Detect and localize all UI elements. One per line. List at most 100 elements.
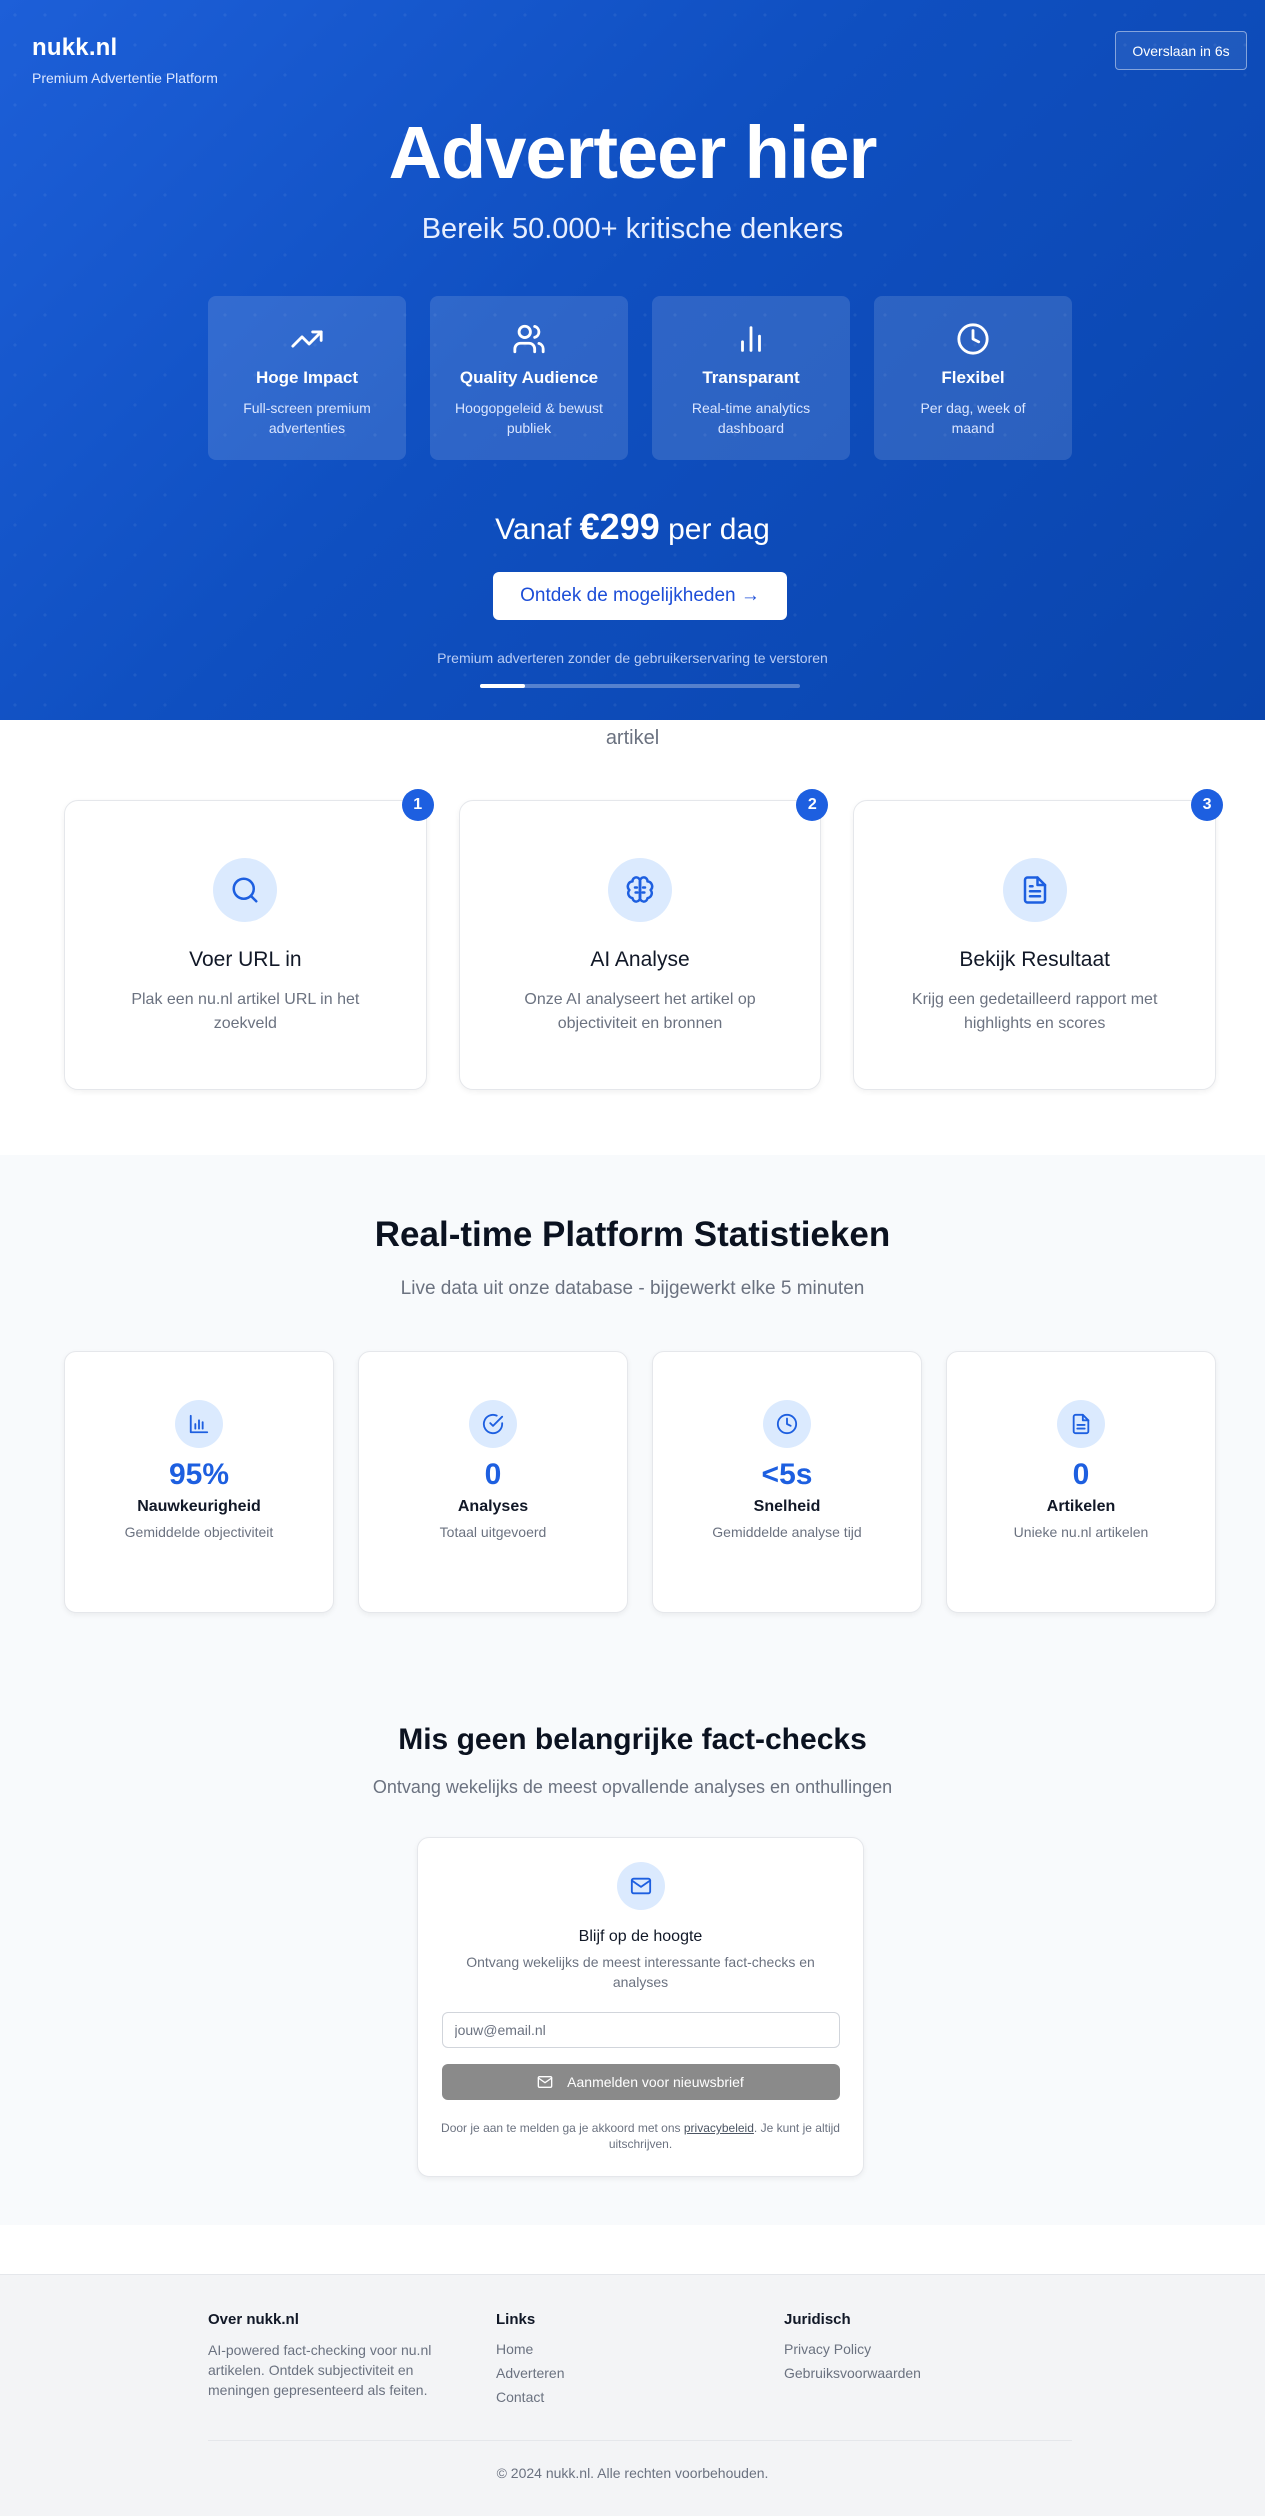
footer-legal-title: Juridisch: [784, 2311, 851, 2328]
feature-title: Flexibel: [941, 368, 1005, 387]
newsletter-icon-circle: [616, 1862, 665, 1910]
step-title: Voer URL in: [189, 948, 302, 971]
step-desc: Plak een nu.nl artikel URL in het zoekve…: [131, 991, 360, 1032]
stats-subtitle: Live data uit onze database - bijgewerkt…: [400, 1278, 865, 1299]
hero-subtitle: Bereik 50.000+ kritische denkers: [421, 213, 844, 245]
stat-icon-circle: [763, 1400, 811, 1448]
stat-icon-circle: [1057, 1400, 1105, 1448]
newsletter-card: Blijf op de hoogte Ontvang wekelijks de …: [417, 1837, 864, 2177]
step-card: 2 AI Analyse Onze AI analyseert het arti…: [458, 789, 829, 1090]
stat-value: 0: [484, 1458, 502, 1491]
stat-label: Snelheid: [753, 1498, 821, 1515]
feature-list: Hoge Impact Full-screen premium adverten…: [208, 296, 1072, 460]
legal-prefix: Door je aan te melden ga je akkoord met …: [441, 2121, 684, 2135]
footer-link-terms[interactable]: Gebruiksvoorwaarden: [784, 2364, 1072, 2383]
brand-subtitle: Premium Advertentie Platform: [32, 70, 218, 86]
newsletter-card-title: Blijf op de hoogte: [578, 1928, 703, 1945]
stat-desc: Totaal uitgevoerd: [439, 1524, 547, 1540]
newsletter-legal-text: Door je aan te melden ga je akkoord met …: [441, 2120, 841, 2152]
stat-label: Analyses: [457, 1498, 529, 1515]
step-number-badge: 1: [401, 789, 434, 821]
footer-link-contact[interactable]: Contact: [496, 2388, 784, 2407]
document-icon: [1023, 876, 1046, 904]
footer-copyright: © 2024 nukk.nl. Alle rechten voorbehoude…: [496, 2465, 769, 2481]
step-card: 1 Voer URL in Plak een nu.nl artikel URL…: [64, 789, 434, 1090]
how-it-works-steps: 1 Voer URL in Plak een nu.nl artikel URL…: [64, 789, 1224, 1090]
stat-desc: Gemiddelde analyse tijd: [712, 1524, 862, 1540]
feature-card: Hoge Impact Full-screen premium adverten…: [208, 296, 406, 460]
subscribe-button[interactable]: Aanmelden voor nieuwsbrief: [441, 2064, 840, 2100]
partial-hidden-text: artikel: [605, 727, 660, 749]
stat-value: 95%: [168, 1458, 230, 1491]
footer-link-advertise[interactable]: Adverteren: [496, 2364, 784, 2383]
feature-card: Quality Audience Hoogopgeleid & bewust p…: [430, 296, 628, 460]
feature-desc: Full-screen premium advertenties: [243, 400, 371, 436]
step-icon-circle: [608, 858, 672, 922]
stat-label: Nauwkeurigheid: [137, 1498, 261, 1515]
step-number-badge: 3: [1191, 789, 1224, 821]
stat-card: 0 Artikelen Unieke nu.nl artikelen: [946, 1351, 1216, 1613]
clock-icon: [957, 323, 989, 355]
footer-about-text: AI-powered fact-checking voor nu.nl arti…: [208, 2342, 432, 2398]
footer-divider: [208, 2440, 1072, 2441]
stat-card: 0 Analyses Totaal uitgevoerd: [358, 1351, 628, 1613]
search-icon: [232, 877, 258, 903]
mail-icon: [630, 1877, 651, 1895]
stat-label: Artikelen: [1046, 1498, 1116, 1515]
email-input[interactable]: [441, 2012, 840, 2048]
price-amount: €299: [579, 506, 660, 547]
step-number-badge: 2: [796, 789, 829, 821]
brain-icon: [626, 876, 654, 903]
step-desc: Krijg een gedetailleerd rapport met high…: [911, 991, 1158, 1032]
stats-section: Real-time Platform Statistieken Live dat…: [0, 1155, 1265, 2225]
mail-icon: [537, 2076, 553, 2088]
stat-icon-circle: [175, 1400, 223, 1448]
footer-links-title: Links: [496, 2311, 536, 2328]
newsletter-card-desc: Ontvang wekelijks de meest interessante …: [466, 1954, 815, 1990]
bar-chart-icon: [189, 1414, 209, 1434]
feature-card: Flexibel Per dag, week of maand: [874, 296, 1072, 460]
feature-desc: Hoogopgeleid & bewust publiek: [455, 400, 603, 436]
newsletter-title: Mis geen belangrijke fact-checks: [398, 1723, 867, 1756]
price-line: Vanaf €299 per dag: [0, 506, 1265, 548]
hero-title: Adverteer hier: [388, 111, 878, 194]
newsletter-subtitle: Ontvang wekelijks de meest opvallende an…: [372, 1777, 893, 1797]
step-icon-circle: [1002, 858, 1067, 922]
feature-title: Quality Audience: [459, 368, 599, 387]
price-prefix: Vanaf: [495, 513, 572, 546]
check-circle-icon: [482, 1413, 504, 1435]
stat-value: 0: [1072, 1458, 1090, 1491]
footer-columns: Over nukk.nl AI-powered fact-checking vo…: [208, 2311, 1072, 2412]
footer-about: Over nukk.nl AI-powered fact-checking vo…: [208, 2311, 496, 2412]
footer-link-privacy[interactable]: Privacy Policy: [784, 2340, 1072, 2359]
footer-link-home[interactable]: Home: [496, 2340, 784, 2359]
discover-options-button[interactable]: Ontdek de mogelijkheden →: [493, 572, 787, 620]
stat-desc: Unieke nu.nl artikelen: [1013, 1524, 1149, 1540]
brand: nukk.nl Premium Advertentie Platform: [32, 34, 218, 86]
stat-card: 95% Nauwkeurigheid Gemiddelde objectivit…: [64, 1351, 334, 1613]
bar-chart-icon: [741, 326, 761, 352]
subscribe-button-label: Aanmelden voor nieuwsbrief: [567, 2074, 744, 2090]
privacy-policy-link[interactable]: privacybeleid: [684, 2121, 754, 2135]
step-desc: Onze AI analyseert het artikel op object…: [524, 991, 756, 1032]
footer-about-title: Over nukk.nl: [208, 2311, 299, 2328]
users-icon: [513, 324, 545, 354]
feature-card: Transparant Real-time analytics dashboar…: [652, 296, 850, 460]
feature-title: Transparant: [702, 368, 800, 387]
footer-links: Links Home Adverteren Contact: [496, 2311, 784, 2412]
trending-up-icon: [291, 330, 323, 348]
stats-title: Real-time Platform Statistieken: [374, 1215, 891, 1254]
clock-icon: [776, 1413, 798, 1435]
footer-legal: Juridisch Privacy Policy Gebruiksvoorwaa…: [784, 2311, 1072, 2412]
stat-card: <5s Snelheid Gemiddelde analyse tijd: [652, 1351, 922, 1613]
feature-title: Hoge Impact: [255, 368, 359, 387]
feature-desc: Per dag, week of maand: [920, 400, 1026, 436]
document-icon: [1072, 1413, 1090, 1435]
stat-value: <5s: [761, 1458, 813, 1491]
brand-logo-text: nukk.nl: [32, 34, 118, 61]
step-title: Bekijk Resultaat: [959, 948, 1110, 971]
step-card: 3 Bekijk Resultaat Krijg een gedetaillee…: [853, 789, 1224, 1090]
feature-desc: Real-time analytics dashboard: [691, 400, 811, 436]
step-icon-circle: [213, 858, 278, 922]
skip-ad-button[interactable]: Overslaan in 6s: [1115, 31, 1247, 70]
